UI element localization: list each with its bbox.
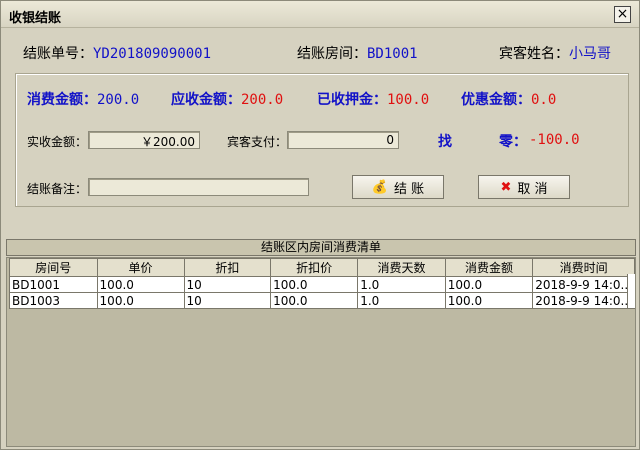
room-label: 结账房间： — [297, 46, 367, 62]
consumption-list-title: 结账区内房间消费清单 — [6, 239, 636, 256]
table-cell: 1.0 — [357, 292, 446, 309]
checkout-button[interactable]: 💰 结 账 — [352, 175, 444, 199]
cancel-button-label: 取 消 — [517, 181, 548, 197]
deposit-value: 100.0 — [387, 92, 430, 108]
consume-amount: 消费金额：200.0 — [27, 89, 139, 109]
discount-value: 0.0 — [531, 92, 557, 108]
table-cell: 100.0 — [444, 276, 534, 293]
column-header[interactable]: 折扣 — [183, 258, 272, 277]
checkout-window: 收银结账 × 结账单号：YD201809090001 结账房间：BD1001 宾… — [0, 0, 640, 450]
guest-label: 宾客姓名： — [499, 46, 569, 62]
consumption-grid[interactable]: 房间号 单价 折扣 折扣价 消费天数 消费金额 消费时间 BD1001 100.0 10 100.… — [6, 257, 636, 447]
discount-label: 优惠金额： — [461, 92, 531, 108]
table-cell: 100.0 — [444, 292, 534, 309]
discount-amount: 优惠金额：0.0 — [461, 89, 556, 109]
receivable-amount: 应收金额：200.0 — [171, 89, 283, 109]
guest-name: 宾客姓名：小马哥 — [499, 43, 611, 63]
table-row[interactable]: BD1001 100.0 10 100.0 1.0 100.0 2018-9-9 14:0.… — [9, 276, 635, 293]
cancel-button[interactable]: ✖ 取 消 — [478, 175, 570, 199]
actual-amount-label: 实收金额： — [27, 135, 88, 149]
table-cell: BD1003 — [9, 292, 98, 309]
deposit-amount: 已收押金：100.0 — [317, 89, 429, 109]
table-cell: 100.0 — [270, 292, 359, 309]
cancel-x-icon: ✖ — [500, 179, 512, 195]
column-header[interactable]: 折扣价 — [270, 258, 359, 277]
receivable-value: 200.0 — [241, 92, 284, 108]
checkout-room: 结账房间：BD1001 — [297, 43, 418, 63]
guest-pay-input[interactable]: 0 — [287, 131, 399, 149]
column-header[interactable]: 消费天数 — [357, 258, 446, 277]
close-button[interactable]: × — [614, 6, 631, 23]
consume-label: 消费金额： — [27, 92, 97, 108]
table-cell: 100.0 — [96, 276, 185, 293]
vertical-scrollbar[interactable] — [627, 274, 635, 308]
consumption-table: 房间号 单价 折扣 折扣价 消费天数 消费金额 消费时间 BD1001 100.0 10 100.… — [9, 258, 635, 309]
consume-value: 200.0 — [97, 92, 140, 108]
note-input[interactable] — [88, 178, 309, 196]
guest-value: 小马哥 — [569, 46, 611, 62]
bill-no-value: YD201809090001 — [93, 46, 212, 62]
table-cell: 100.0 — [270, 276, 359, 293]
window-title: 收银结账 — [9, 11, 62, 26]
change-value: -100.0 — [529, 132, 580, 148]
bill-info-row: 结账单号：YD201809090001 结账房间：BD1001 宾客姓名：小马哥 — [1, 43, 639, 65]
column-header[interactable]: 单价 — [96, 258, 185, 277]
deposit-label: 已收押金： — [317, 92, 387, 108]
close-icon: × — [616, 6, 629, 22]
table-cell: 2018-9-9 14:0... — [532, 292, 635, 309]
actual-amount-input[interactable]: ￥200.00 — [88, 131, 200, 149]
table-row[interactable]: BD1003 100.0 10 100.0 1.0 100.0 2018-9-9 14:0.… — [9, 292, 635, 309]
column-header[interactable]: 房间号 — [9, 258, 98, 277]
note-label: 结账备注： — [27, 182, 88, 196]
find-label: 找 — [438, 134, 452, 150]
column-header[interactable]: 消费时间 — [532, 258, 635, 277]
table-cell: 100.0 — [96, 292, 185, 309]
column-header[interactable]: 消费金额 — [444, 258, 534, 277]
table-cell: 10 — [183, 276, 272, 293]
guest-pay-label: 宾客支付： — [227, 135, 288, 149]
table-body: BD1001 100.0 10 100.0 1.0 100.0 2018-9-9 14:0.… — [9, 276, 635, 309]
table-cell: 2018-9-9 14:0... — [532, 276, 635, 293]
amount-summary-row: 消费金额：200.0 应收金额：200.0 已收押金：100.0 优惠金额：0.… — [1, 89, 639, 109]
room-value: BD1001 — [367, 46, 418, 62]
table-header-row: 房间号 单价 折扣 折扣价 消费天数 消费金额 消费时间 — [9, 258, 635, 277]
table-cell: BD1001 — [9, 276, 98, 293]
bill-no: 结账单号：YD201809090001 — [23, 43, 211, 63]
bill-no-label: 结账单号： — [23, 46, 93, 62]
table-cell: 10 — [183, 292, 272, 309]
receivable-label: 应收金额： — [171, 92, 241, 108]
table-cell: 1.0 — [357, 276, 446, 293]
checkout-button-label: 结 账 — [394, 181, 425, 197]
money-bag-icon: 💰 — [371, 179, 389, 195]
change-label: 零： — [499, 134, 527, 150]
title-bar[interactable]: 收银结账 × — [1, 1, 639, 28]
